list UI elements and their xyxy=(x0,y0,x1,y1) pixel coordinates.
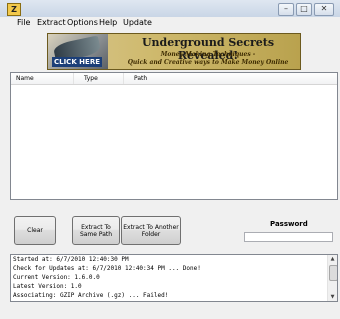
column-separator[interactable] xyxy=(73,73,74,84)
file-list[interactable]: Name Type Path xyxy=(10,72,338,200)
title-bar: Z – □ ✕ xyxy=(0,0,340,18)
scroll-thumb[interactable] xyxy=(329,265,337,281)
menu-extract[interactable]: Extract xyxy=(37,18,66,27)
click-here-button[interactable]: CLICK HERE xyxy=(52,57,102,67)
password-label: Password xyxy=(270,220,308,228)
column-type[interactable]: Type xyxy=(84,75,98,82)
log-line: Check for Updates at: 6/7/2010 12:40:34 … xyxy=(13,265,201,272)
column-path[interactable]: Path xyxy=(134,75,147,82)
log-line: Started at: 6/7/2010 12:40:30 PM xyxy=(13,256,129,263)
extract-same-path-button[interactable]: Extract To Same Path xyxy=(72,216,120,245)
close-button[interactable]: ✕ xyxy=(314,3,334,16)
banner-subtitle-2: Quick and Creative ways to Make Money On… xyxy=(127,59,289,66)
menu-options[interactable]: Options xyxy=(67,18,98,27)
log-scrollbar[interactable]: ▲ ▼ xyxy=(327,255,337,301)
minimize-button[interactable]: – xyxy=(278,3,294,16)
banner-subtitle-1: Money Making Techniques - xyxy=(160,51,256,58)
log-line: Latest Version: 1.0 xyxy=(13,283,82,290)
window-controls: – □ ✕ xyxy=(278,3,334,16)
column-name[interactable]: Name xyxy=(16,75,34,82)
menu-update[interactable]: Update xyxy=(123,18,152,27)
scroll-down-icon[interactable]: ▼ xyxy=(328,293,337,301)
extract-another-folder-button[interactable]: Extract To Another Folder xyxy=(121,216,181,245)
clear-button[interactable]: Clear xyxy=(14,216,56,245)
log-output[interactable]: Started at: 6/7/2010 12:40:30 PM Check f… xyxy=(10,254,338,302)
list-header: Name Type Path xyxy=(11,73,337,85)
log-line: Associating: GZIP Archive (.gz) ... Fail… xyxy=(13,292,169,299)
scroll-up-icon[interactable]: ▲ xyxy=(328,255,337,263)
app-icon: Z xyxy=(7,3,21,16)
ad-banner[interactable]: CLICK HERE Underground Secrets Revealed!… xyxy=(47,33,301,70)
maximize-button[interactable]: □ xyxy=(296,3,312,16)
menu-help[interactable]: Help xyxy=(99,18,117,27)
password-input[interactable] xyxy=(244,232,333,242)
column-separator[interactable] xyxy=(123,73,124,84)
menu-file[interactable]: File xyxy=(17,18,30,27)
log-line: Current Version: 1.6.0.0 xyxy=(13,274,100,281)
menu-bar: File Extract Options Help Update xyxy=(0,17,340,30)
